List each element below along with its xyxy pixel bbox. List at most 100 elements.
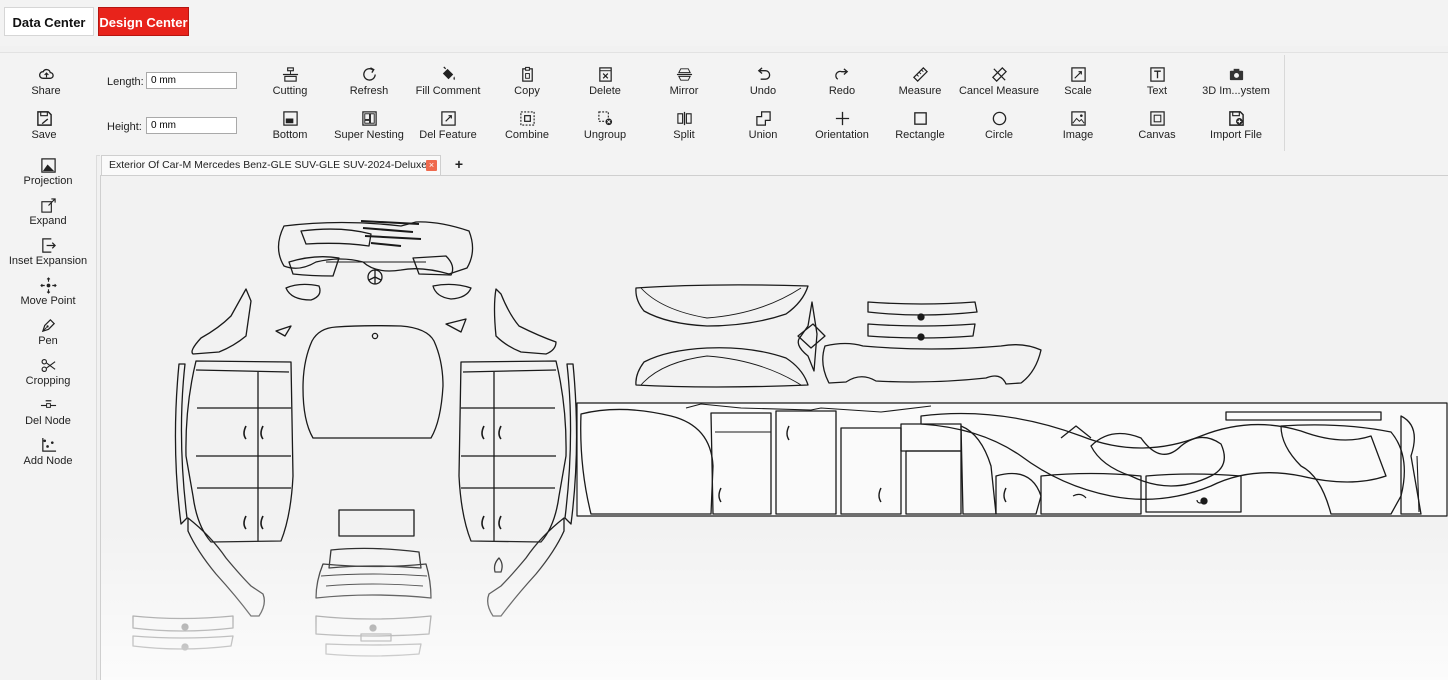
ruler-icon [912, 67, 928, 82]
split-label: Split [673, 129, 695, 141]
text-label: Text [1146, 85, 1168, 97]
expand-tool[interactable]: Expand [0, 197, 96, 235]
circle-label: Circle [984, 129, 1014, 141]
measure-button[interactable]: Measure [878, 65, 962, 105]
fill-comment-button[interactable]: Fill Comment [406, 65, 490, 105]
add-node-label: Add Node [23, 455, 73, 467]
bottom-icon [282, 111, 298, 126]
ungroup-icon [597, 111, 612, 126]
right-side-pattern [458, 288, 578, 617]
tailgate-strip-pattern [822, 301, 1042, 385]
fill-comment-label: Fill Comment [415, 85, 481, 97]
cutting-label: Cutting [272, 85, 308, 97]
scale-button[interactable]: Scale [1036, 65, 1120, 105]
bottom-label: Bottom [272, 129, 308, 141]
projection-tool[interactable]: Projection [0, 157, 96, 195]
cutting-icon [282, 67, 298, 82]
refresh-label: Refresh [349, 85, 389, 97]
undo-label: Undo [749, 85, 777, 97]
save-button[interactable]: Save [2, 109, 86, 149]
left-side-pattern [174, 288, 294, 617]
pattern-drawing [132, 220, 1448, 657]
expand-label: Expand [29, 215, 67, 227]
delete-icon [598, 67, 612, 82]
redo-button[interactable]: Redo [800, 65, 884, 105]
orientation-button[interactable]: Orientation [800, 109, 884, 149]
del-feature-button[interactable]: Del Feature [406, 109, 490, 149]
left-toolbar: Projection Expand Inset Expansion Move P… [0, 155, 97, 680]
canvas-icon [1149, 111, 1165, 126]
top-bar: Data Center Design Center [0, 0, 1448, 46]
headlight-film-pattern [635, 284, 809, 388]
nesting-icon [361, 111, 377, 126]
cutting-button[interactable]: Cutting [248, 65, 332, 105]
share-label: Share [31, 85, 61, 97]
refresh-button[interactable]: Refresh [327, 65, 411, 105]
image-button[interactable]: Image [1036, 109, 1120, 149]
design-canvas[interactable] [100, 176, 1448, 680]
ribbon-divider [1284, 55, 1285, 151]
combine-icon [519, 111, 535, 126]
side-strip-pattern [132, 615, 432, 657]
ungroup-button[interactable]: Ungroup [563, 109, 647, 149]
del-node-tool[interactable]: Del Node [0, 397, 96, 435]
rectangle-button[interactable]: Rectangle [878, 109, 962, 149]
expand-icon [40, 198, 56, 213]
rectangle-label: Rectangle [895, 129, 945, 141]
pen-tool[interactable]: Pen [0, 317, 96, 355]
cancel-measure-button[interactable]: Cancel Measure [957, 65, 1041, 105]
circle-button[interactable]: Circle [957, 109, 1041, 149]
del-feature-icon [440, 111, 456, 126]
inset-expansion-tool[interactable]: Inset Expansion [0, 237, 96, 275]
import-file-icon [1228, 111, 1244, 126]
move-point-tool[interactable]: Move Point [0, 277, 96, 315]
del-node-icon [40, 400, 56, 408]
cloud-share-icon [38, 68, 54, 79]
inset-expansion-label: Inset Expansion [8, 255, 88, 267]
share-button[interactable]: Share [4, 65, 88, 105]
move-point-icon [39, 277, 57, 294]
scissors-icon [41, 358, 55, 373]
undo-button[interactable]: Undo [721, 65, 805, 105]
document-tab[interactable]: Exterior Of Car-M Mercedes Benz-GLE SUV-… [101, 155, 441, 175]
height-label: Height: [107, 121, 142, 133]
union-button[interactable]: Union [721, 109, 805, 149]
canvas-label: Canvas [1138, 129, 1176, 141]
split-button[interactable]: Split [642, 109, 726, 149]
data-center-button[interactable]: Data Center [4, 7, 94, 36]
inset-expansion-icon [41, 238, 56, 253]
hood-pattern [302, 325, 444, 439]
super-nesting-button[interactable]: Super Nesting [327, 109, 411, 149]
close-tab-icon[interactable]: × [426, 160, 437, 171]
combine-button[interactable]: Combine [485, 109, 569, 149]
design-center-button[interactable]: Design Center [98, 7, 189, 36]
undo-icon [757, 67, 770, 80]
length-input[interactable] [146, 72, 237, 89]
delete-label: Delete [589, 85, 621, 97]
rectangle-icon [913, 112, 927, 125]
copy-label: Copy [514, 85, 540, 97]
split-icon [676, 111, 692, 126]
toolbar-ribbon: Share Save Length: Height: Cutting Refre… [0, 52, 1448, 156]
text-button[interactable]: Text [1115, 65, 1199, 105]
delete-button[interactable]: Delete [563, 65, 647, 105]
ungroup-label: Ungroup [583, 129, 627, 141]
circle-icon [992, 111, 1006, 126]
headlight-pieces [275, 283, 472, 337]
mirror-button[interactable]: Mirror [642, 65, 726, 105]
scale-label: Scale [1064, 85, 1092, 97]
bottom-button[interactable]: Bottom [248, 109, 332, 149]
height-input[interactable] [146, 117, 237, 134]
import-file-button[interactable]: Import File [1194, 109, 1278, 149]
union-icon [755, 111, 771, 126]
redo-label: Redo [828, 85, 856, 97]
add-tab-icon[interactable]: + [452, 156, 466, 173]
copy-button[interactable]: Copy [485, 65, 569, 105]
3d-import-button[interactable]: 3D Im...ystem [1194, 65, 1278, 105]
cropping-tool[interactable]: Cropping [0, 357, 96, 395]
mirror-icon [676, 68, 692, 81]
canvas-button[interactable]: Canvas [1115, 109, 1199, 149]
add-node-tool[interactable]: Add Node [0, 437, 96, 475]
save-icon [36, 111, 52, 126]
refresh-icon [362, 67, 376, 81]
